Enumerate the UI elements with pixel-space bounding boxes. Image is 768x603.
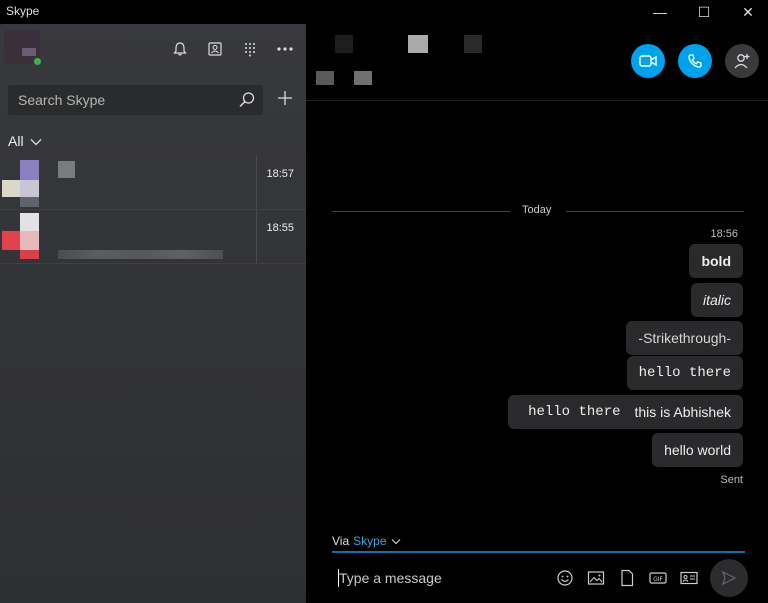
contacts-icon[interactable] [204, 38, 226, 60]
via-selector[interactable]: Via Skype [332, 534, 401, 548]
file-icon[interactable] [616, 567, 638, 589]
conversation-filter-dropdown[interactable]: All [8, 133, 42, 149]
notifications-bell-icon[interactable] [169, 38, 191, 60]
message-bubble[interactable]: hello there [626, 356, 743, 390]
svg-text:GIF: GIF [653, 576, 663, 583]
day-separator: Today [332, 204, 744, 218]
conversation-item[interactable]: 18:57 [0, 156, 306, 210]
day-separator-label: Today [522, 204, 552, 216]
contact-card-icon[interactable] [678, 567, 700, 589]
send-button[interactable] [710, 559, 748, 597]
message-input[interactable]: Type a message GIF [332, 553, 748, 603]
close-button[interactable]: ✕ [725, 0, 768, 24]
audio-call-button[interactable] [678, 44, 712, 78]
message-status: Sent [720, 474, 743, 486]
contact-name-redacted [335, 35, 353, 53]
maximize-button[interactable]: ☐ [681, 0, 727, 24]
send-icon [721, 570, 737, 586]
minimize-button[interactable]: — [637, 0, 683, 24]
conversation-item[interactable]: 18:55 [0, 210, 306, 264]
image-icon[interactable] [585, 567, 607, 589]
chevron-down-icon [30, 133, 42, 149]
filter-label: All [8, 133, 24, 149]
emoji-icon[interactable] [554, 567, 576, 589]
conversation-time: 18:55 [266, 222, 294, 234]
message-placeholder: Type a message [339, 570, 442, 586]
app-title: Skype [6, 4, 40, 18]
conversation-time: 18:57 [266, 168, 294, 180]
message-bubble[interactable]: hello there this is Abhishek [508, 395, 743, 429]
message-bubble[interactable]: italic [690, 283, 743, 317]
header-divider [306, 100, 768, 101]
title-bar: Skype — ☐ ✕ [0, 0, 768, 24]
message-timestamp: 18:56 [710, 228, 738, 240]
dialpad-icon[interactable] [239, 38, 261, 60]
search-input[interactable]: Search Skype [8, 85, 263, 115]
add-people-button[interactable] [725, 44, 759, 78]
video-call-button[interactable] [631, 44, 665, 78]
sidebar: Search Skype All 18:57 18:55 [0, 24, 306, 603]
message-bubble[interactable]: bold [689, 244, 743, 278]
message-bubble[interactable]: hello world [652, 433, 743, 467]
search-icon[interactable] [237, 90, 257, 115]
more-options-icon[interactable] [274, 38, 296, 60]
new-chat-plus-icon[interactable] [275, 88, 297, 110]
search-placeholder: Search Skype [18, 92, 106, 108]
chevron-down-icon [391, 534, 401, 548]
gif-icon[interactable]: GIF [647, 567, 669, 589]
via-app-label: Skype [353, 534, 387, 548]
message-bubble[interactable]: -Strikethrough- [626, 321, 743, 355]
chat-panel: Today 18:56 bold italic -Strikethrough- … [306, 24, 768, 603]
presence-status-icon [33, 57, 42, 66]
